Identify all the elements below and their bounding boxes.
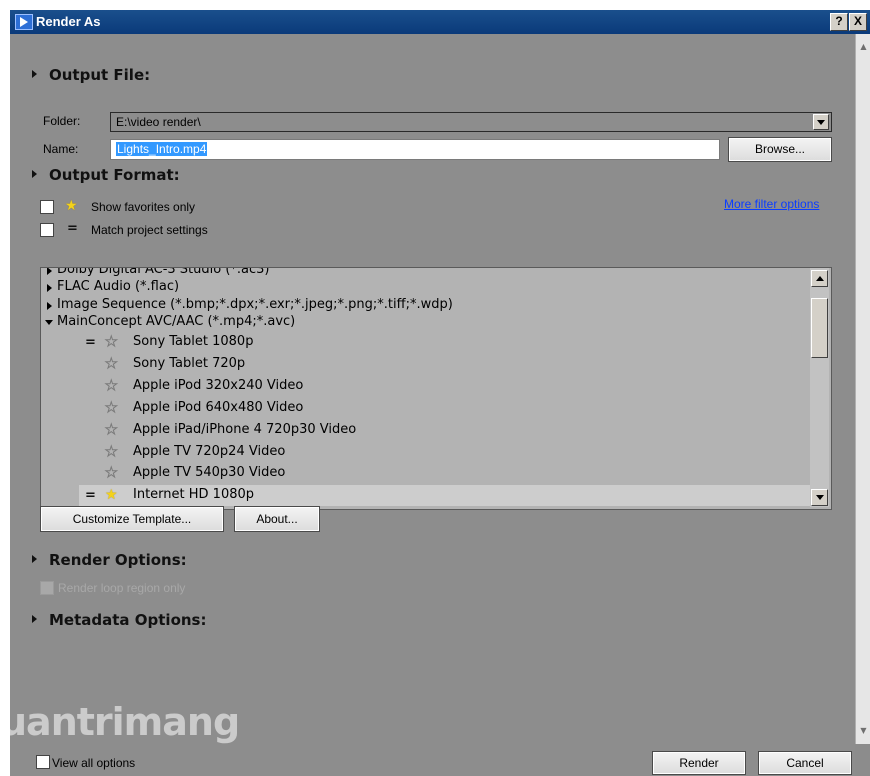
watermark-logo: uantrimang xyxy=(0,700,240,744)
template-name: Apple iPod 320x240 Video xyxy=(133,378,304,393)
format-name: Image Sequence (*.bmp;*.dpx;*.exr;*.jpeg… xyxy=(57,297,453,312)
format-name: FLAC Audio (*.flac) xyxy=(57,279,180,294)
match-equals-icon: = xyxy=(67,221,78,236)
list-item-format-expanded[interactable]: MainConcept AVC/AAC (*.mp4;*.avc) xyxy=(41,312,811,333)
output-format-section-header[interactable]: Output Format: xyxy=(32,166,180,184)
collapse-arrow-icon xyxy=(32,169,37,178)
output-file-heading: Output File: xyxy=(49,66,151,84)
render-loop-region-label: Render loop region only xyxy=(58,581,186,595)
view-all-options-label: View all options xyxy=(52,756,136,770)
folder-label: Folder: xyxy=(43,114,81,128)
close-button[interactable]: X xyxy=(849,13,867,31)
title-bar[interactable]: Render As ? X xyxy=(10,10,870,34)
template-name: Apple iPod 640x480 Video xyxy=(133,400,304,415)
render-as-dialog: Render As ? X Output File: Folder: E:\vi… xyxy=(10,10,870,776)
scroll-up-icon[interactable]: ▲ xyxy=(857,40,870,54)
template-name: Internet HD 1080p xyxy=(133,487,255,502)
template-name: Sony Tablet 720p xyxy=(133,356,246,371)
scroll-thumb[interactable] xyxy=(811,298,828,358)
metadata-options-section-header[interactable]: Metadata Options: xyxy=(32,611,206,629)
format-name: MainConcept AVC/AAC (*.mp4;*.avc) xyxy=(57,314,296,329)
favorite-star-icon[interactable]: ★ xyxy=(105,335,119,350)
about-button[interactable]: About... xyxy=(234,506,320,532)
favorite-star-icon[interactable]: ★ xyxy=(105,488,118,502)
list-item-template[interactable]: ★ Apple TV 540p30 Video xyxy=(41,463,811,484)
collapse-arrow-icon[interactable] xyxy=(45,320,53,325)
collapse-arrow-icon xyxy=(32,69,37,78)
list-item-template[interactable]: ★ Apple TV 720p24 Video xyxy=(41,442,811,463)
name-label: Name: xyxy=(43,142,79,156)
favorite-star-icon[interactable]: ★ xyxy=(105,423,119,438)
template-name: Apple iPad/iPhone 4 720p30 Video xyxy=(133,422,357,437)
expand-arrow-icon[interactable] xyxy=(47,284,52,292)
output-format-heading: Output Format: xyxy=(49,166,180,184)
output-file-section-header[interactable]: Output File: xyxy=(32,66,150,84)
render-options-heading: Render Options: xyxy=(49,551,187,569)
list-item-template[interactable]: ★ Apple iPod 320x240 Video xyxy=(41,376,811,397)
expand-arrow-icon[interactable] xyxy=(47,302,52,310)
format-name: Dolby Digital AC-3 Studio (*.ac3) xyxy=(57,267,270,277)
metadata-options-heading: Metadata Options: xyxy=(49,611,207,629)
favorite-star-icon[interactable]: ★ xyxy=(105,466,119,481)
help-button[interactable]: ? xyxy=(830,13,848,31)
favorite-star-icon[interactable]: ★ xyxy=(105,357,119,372)
template-name: Sony Tablet 1080p xyxy=(133,334,254,349)
favorite-star-icon: ★ xyxy=(65,198,78,214)
cancel-button[interactable]: Cancel xyxy=(758,751,852,775)
window-title: Render As xyxy=(36,14,101,29)
favorite-star-icon[interactable]: ★ xyxy=(105,445,119,460)
expand-arrow-icon xyxy=(32,614,37,623)
format-template-list[interactable]: Dolby Digital AC-3 Studio (*.ac3) FLAC A… xyxy=(40,267,832,510)
scroll-down-icon[interactable]: ▼ xyxy=(857,724,870,738)
list-item-template[interactable]: = ★ Sony Tablet 1080p xyxy=(41,332,811,353)
match-equals-icon: = xyxy=(85,335,96,350)
render-loop-region-checkbox[interactable] xyxy=(40,581,54,595)
render-button[interactable]: Render xyxy=(652,751,746,775)
template-name: Apple TV 540p30 Video xyxy=(133,465,286,480)
dialog-body: Output File: Folder: E:\video render\ Na… xyxy=(10,34,855,776)
list-scrollbar[interactable] xyxy=(810,268,829,507)
expand-arrow-icon xyxy=(32,554,37,563)
list-item-template-selected[interactable]: = ★ Internet HD 1080p xyxy=(79,485,811,506)
browse-button[interactable]: Browse... xyxy=(728,137,832,162)
list-item-template[interactable]: ★ Sony Tablet 720p xyxy=(41,354,811,375)
show-favorites-label: Show favorites only xyxy=(91,200,196,214)
folder-value: E:\video render\ xyxy=(116,115,201,129)
favorite-star-icon[interactable]: ★ xyxy=(105,401,119,416)
dialog-scrollbar[interactable]: ▲ ▼ xyxy=(855,34,870,744)
scroll-up-icon[interactable] xyxy=(811,270,828,287)
name-input[interactable]: Lights_Intro.mp4 xyxy=(110,139,720,160)
list-item-template[interactable]: ★ Apple iPad/iPhone 4 720p30 Video xyxy=(41,420,811,441)
match-project-label: Match project settings xyxy=(91,223,208,237)
dropdown-arrow-icon[interactable] xyxy=(813,114,829,130)
favorite-star-icon[interactable]: ★ xyxy=(105,379,119,394)
customize-template-button[interactable]: Customize Template... xyxy=(40,506,224,532)
view-all-options-checkbox[interactable] xyxy=(36,755,50,769)
app-icon xyxy=(15,14,33,30)
name-input-value: Lights_Intro.mp4 xyxy=(116,142,208,156)
folder-combobox[interactable]: E:\video render\ xyxy=(110,112,832,132)
expand-arrow-icon[interactable] xyxy=(47,268,52,275)
render-options-section-header[interactable]: Render Options: xyxy=(32,551,187,569)
list-item-template[interactable]: ★ Apple iPod 640x480 Video xyxy=(41,398,811,419)
match-equals-icon: = xyxy=(85,488,96,503)
template-name: Apple TV 720p24 Video xyxy=(133,444,286,459)
show-favorites-checkbox[interactable] xyxy=(40,200,54,214)
more-filter-options-link[interactable]: More filter options xyxy=(724,197,819,211)
scroll-down-icon[interactable] xyxy=(811,489,828,506)
match-project-checkbox[interactable] xyxy=(40,223,54,237)
